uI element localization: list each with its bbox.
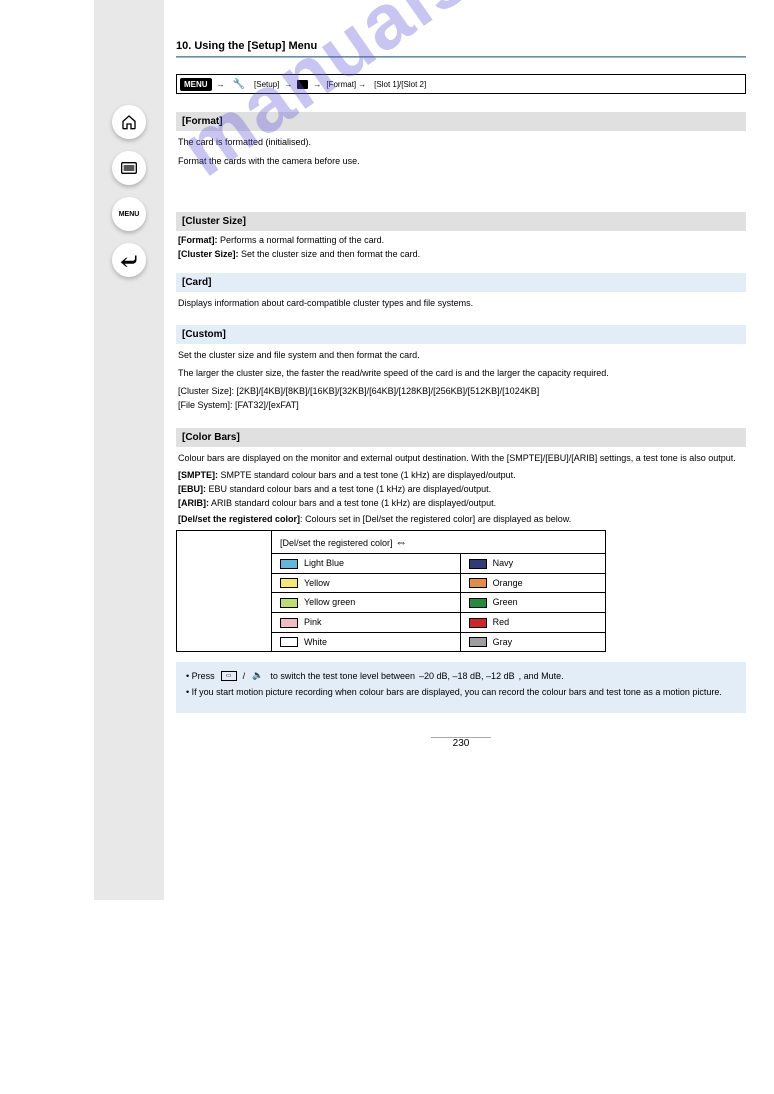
swatch-navy [469,559,487,569]
section-title: 10. Using the [Setup] Menu [176,40,746,52]
swatch-orange [469,578,487,588]
note-line2: • If you start motion picture recording … [186,687,736,697]
format-subitem: [Format]: Performs a normal formatting o… [178,235,744,245]
slot-options: [Slot 1]/[Slot 2] [374,80,426,89]
page-number: 230 [431,737,491,749]
ebu-item: [EBU]: EBU standard colour bars and a te… [178,484,744,494]
toggle-icon: ▭ [221,671,237,681]
format-desc2: Format the cards with the camera before … [178,155,744,169]
rule [176,56,746,58]
card-desc: Displays information about card-compatib… [178,297,744,311]
content: manualshive.com 10. Using the [Setup] Me… [164,0,774,900]
swatch-white [280,637,298,647]
speaker-icon: 🔈 [252,670,263,681]
swatch-green [469,598,487,608]
section-num: 10. [176,40,191,52]
smpte-item: [SMPTE]: SMPTE standard colour bars and … [178,470,744,480]
swatch-lightblue [280,559,298,569]
format-header: [Format] [176,112,746,131]
arib-item: [ARIB]: ARIB standard colour bars and a … [178,498,744,508]
arrow-icon: → [313,80,321,89]
note-line1: • Press ▭ / 🔈 to switch the test tone le… [186,670,736,681]
swatch-ygreen [280,598,298,608]
menu-badge: MENU [180,78,212,91]
th-header: [Del/set the registered color] ⇔ [272,531,606,554]
custom-header: [Custom] [176,325,746,344]
color-table: [Del/set the registered color] ⇔ Light B… [176,530,606,652]
note-box: • Press ▭ / 🔈 to switch the test tone le… [176,662,746,713]
colorbars-header: [Color Bars] [176,428,746,447]
custom-desc2: The larger the cluster size, the faster … [178,367,744,381]
arrow-icon: → [284,80,292,89]
swatch-gray [469,637,487,647]
format-desc1: The card is formatted (initialised). [178,136,744,150]
sidebar: MENU [94,0,164,900]
delset-line: [Del/set the registered color]: Colours … [178,514,744,524]
setup-label: [Setup] [254,80,279,89]
format-crumb: [Format] [326,80,356,89]
sdcard-icon [297,80,308,89]
back-icon[interactable] [112,243,146,277]
list-icon[interactable] [112,151,146,185]
home-icon[interactable] [112,105,146,139]
swatch-yellow [280,578,298,588]
arrow-icon: → [358,80,366,89]
menu-icon[interactable]: MENU [112,197,146,231]
filesystem-options: [File System]: [FAT32]/[exFAT] [178,400,744,410]
th-left [177,531,272,652]
wrench-icon: 🔧 [233,79,245,90]
cluster-subitem: [Cluster Size]: Set the cluster size and… [178,249,744,259]
menu-path-bar: MENU → 🔧 [Setup] → → [Format] → [Slot 1]… [176,74,746,94]
swatch-red [469,618,487,628]
section-name: Using the [Setup] Menu [194,40,317,52]
cluster-options: [Cluster Size]: [2KB]/[4KB]/[8KB]/[16KB]… [178,386,744,396]
swatch-pink [280,618,298,628]
custom-desc1: Set the cluster size and file system and… [178,349,744,363]
cluster-header: [Cluster Size] [176,212,746,231]
card-header: [Card] [176,273,746,292]
colorbars-desc: Colour bars are displayed on the monitor… [178,452,744,466]
arrow-icon: → [217,80,225,89]
